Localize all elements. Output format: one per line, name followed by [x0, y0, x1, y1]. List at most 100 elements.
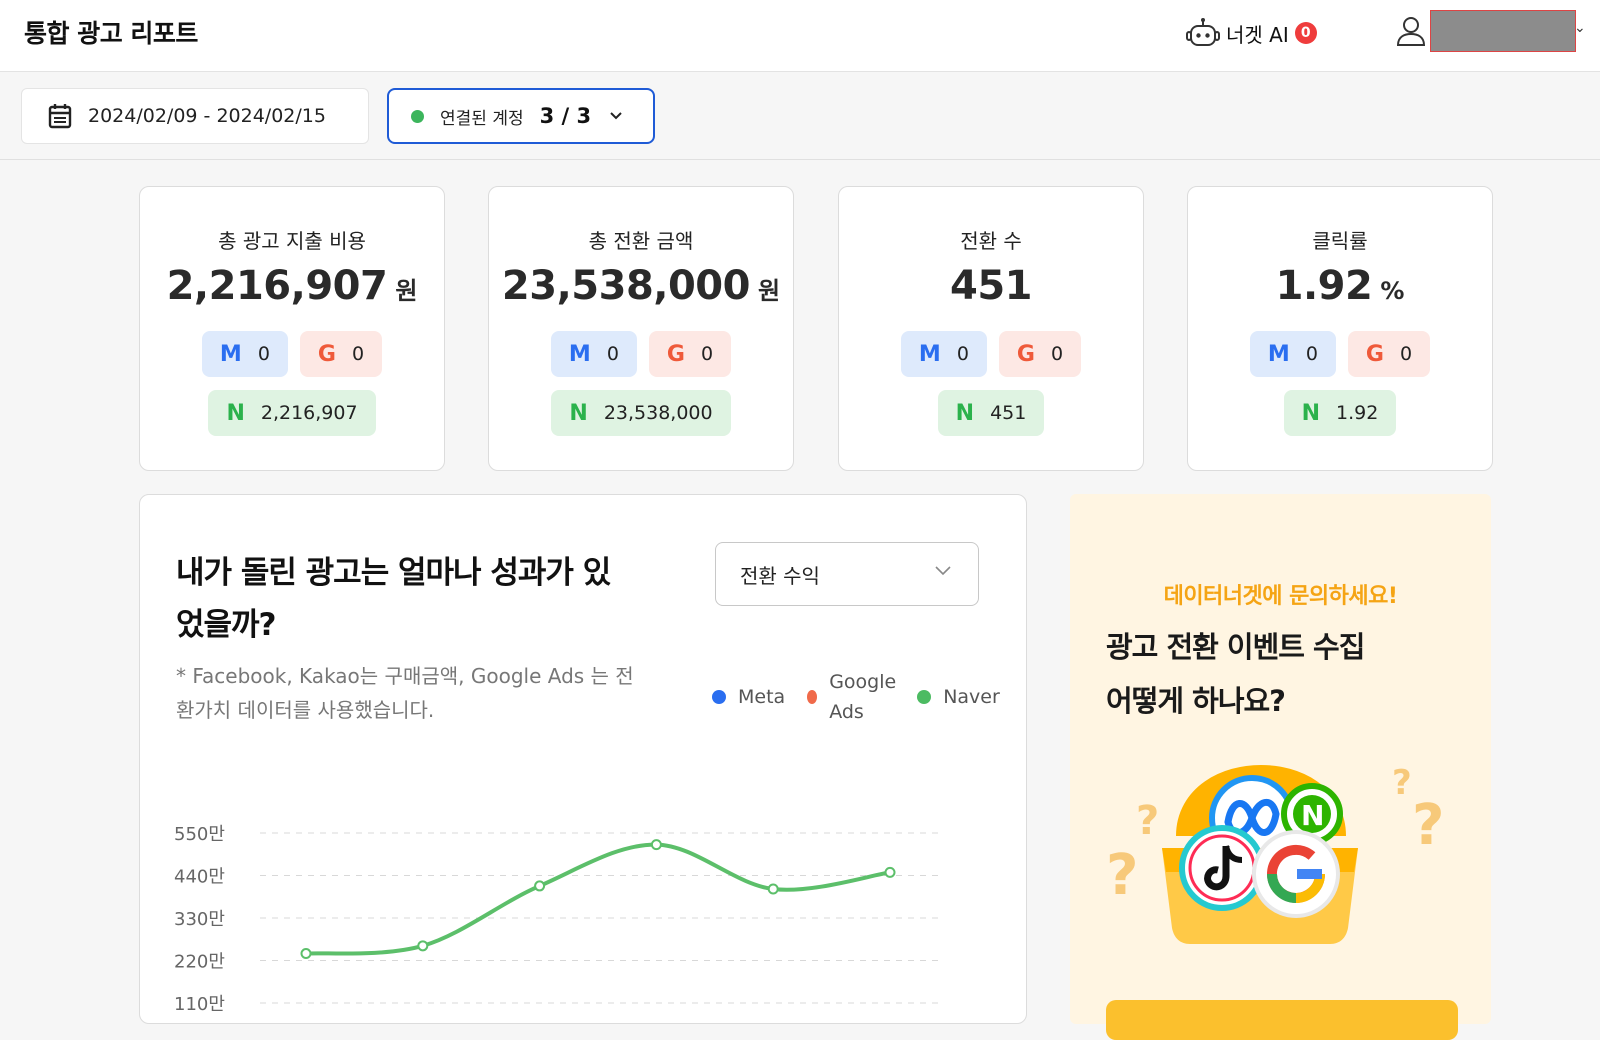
legend-label: Meta	[738, 686, 786, 708]
data-point[interactable]	[650, 839, 662, 851]
metric-select[interactable]: 전환 수익	[715, 542, 979, 606]
promo-kicker: 데이터너겟에 문의하세요!	[1163, 584, 1398, 609]
svg-text:?: ?	[1106, 843, 1138, 908]
robot-icon	[1186, 18, 1220, 46]
data-point[interactable]	[417, 940, 429, 952]
kpi-card-click-rate: 클릭률 1.92% M0 G0 N 1.92	[1187, 186, 1493, 471]
meta-value: 0	[956, 343, 969, 365]
promo-cta-button[interactable]	[1106, 1000, 1458, 1040]
naver-value-pill: N 1.92	[1283, 390, 1397, 436]
google-letter: G	[1016, 341, 1035, 367]
data-point[interactable]	[300, 948, 312, 960]
meta-letter: M	[219, 341, 242, 367]
naver-value-pill: N 451	[937, 390, 1045, 436]
kpi-card-conversions: 전환 수 451 M0 G0 N 451	[838, 186, 1144, 471]
data-point[interactable]	[767, 883, 779, 895]
kpi-title: 전환 수	[960, 229, 1022, 253]
kpi-card-ad-spend: 총 광고 지출 비용 2,216,907 원 M0 G0 N 2,216,907	[139, 186, 445, 471]
meta-value-pill: M0	[900, 331, 987, 377]
chart-legend: Meta Google Ads Naver	[712, 667, 1000, 727]
svg-text:?: ?	[1136, 798, 1159, 844]
user-name-redacted[interactable]	[1430, 10, 1576, 52]
google-value-pill: G0	[299, 331, 383, 377]
naver-letter: N	[1301, 400, 1321, 426]
kpi-title: 클릭률	[1312, 229, 1368, 253]
connected-status-dot	[411, 109, 424, 123]
nugget-ai-label: 너겟 AI	[1226, 22, 1289, 47]
naver-value: 23,538,000	[603, 402, 713, 424]
google-value-pill: G0	[648, 331, 732, 377]
naver-letter: N	[569, 400, 588, 426]
series-line-naver	[305, 842, 891, 956]
line-chart: 550만 440만 330만 220만 110만	[174, 824, 940, 1015]
user-menu-caret[interactable]: ⌄	[1574, 20, 1586, 36]
meta-value: 0	[1305, 343, 1318, 365]
naver-letter: N	[955, 400, 975, 426]
svg-text:?: ?	[1392, 763, 1412, 803]
legend-item-naver[interactable]: Naver	[917, 686, 1000, 708]
legend-item-google-ads[interactable]: Google Ads	[807, 667, 897, 727]
naver-value: 451	[990, 402, 1027, 424]
meta-value-pill: M0	[1249, 331, 1336, 377]
data-point[interactable]	[534, 880, 546, 892]
kpi-title: 총 광고 지출 비용	[218, 229, 366, 253]
y-tick-label: 550만	[174, 824, 225, 845]
kpi-value: 451	[950, 263, 1033, 309]
legend-label: Google Ads	[829, 671, 897, 723]
chevron-down-icon	[610, 112, 622, 120]
notification-badge: 0	[1294, 22, 1317, 44]
promo-title-line: 광고 전환 이벤트 수집	[1106, 630, 1365, 664]
kpi-unit: %	[1380, 277, 1405, 305]
legend-label: Naver	[943, 686, 1000, 708]
user-icon[interactable]	[1394, 14, 1428, 48]
kpi-value: 23,538,000	[501, 263, 751, 309]
legend-dot-meta	[712, 690, 726, 704]
data-point[interactable]	[884, 866, 896, 878]
kpi-card-conversion-amount: 총 전환 금액 23,538,000 원 M0 G0 N 23,538,000	[488, 186, 794, 471]
metric-select-value: 전환 수익	[740, 563, 820, 588]
promo-title-line: 어떻게 하나요?	[1106, 684, 1286, 718]
naver-letter: N	[226, 400, 245, 426]
meta-value: 0	[606, 343, 619, 365]
google-value: 0	[1399, 343, 1413, 365]
y-tick-label: 110만	[174, 994, 225, 1015]
naver-value-pill: N 2,216,907	[208, 390, 376, 436]
nugget-ai-button[interactable]: 너겟 AI 0	[1186, 16, 1317, 50]
chevron-down-icon	[935, 566, 951, 576]
top-bar: 통합 광고 리포트 너겟 AI 0 ⌄	[0, 0, 1600, 72]
y-tick-label: 330만	[174, 909, 225, 930]
svg-text:N: N	[1301, 799, 1324, 832]
legend-dot-naver	[917, 690, 932, 704]
connected-accounts-select[interactable]: 연결된 계정 3 / 3	[387, 88, 655, 144]
filter-bar: 2024/02/09 - 2024/02/15 연결된 계정 3 / 3	[0, 72, 1600, 160]
meta-value: 0	[257, 343, 270, 365]
google-value-pill: G0	[998, 331, 1082, 377]
chart-note: * Facebook, Kakao는 구매금액, Google Ads 는 전환…	[176, 664, 634, 722]
kpi-unit: 원	[395, 277, 418, 305]
meta-letter: M	[1267, 341, 1290, 367]
google-letter: G	[1365, 341, 1384, 367]
google-value: 0	[700, 343, 714, 365]
naver-value: 2,216,907	[260, 402, 358, 424]
google-value-pill: G0	[1347, 331, 1431, 377]
ad-platforms-basket-illustration: ? ? ? ? N	[1106, 763, 1444, 944]
meta-value-pill: M0	[550, 331, 637, 377]
y-tick-label: 440만	[174, 867, 225, 888]
google-letter: G	[317, 341, 336, 367]
naver-value-pill: N 23,538,000	[551, 390, 731, 436]
chart-heading: 내가 돌린 광고는 얼마나 성과가 있었을까?	[176, 555, 611, 643]
legend-item-meta[interactable]: Meta	[712, 686, 785, 708]
kpi-unit: 원	[757, 277, 781, 305]
google-value: 0	[1050, 343, 1064, 365]
page-title: 통합 광고 리포트	[24, 19, 198, 48]
google-value: 0	[351, 343, 365, 365]
kpi-value: 2,216,907	[166, 263, 388, 309]
y-tick-label: 220만	[174, 952, 225, 973]
naver-value: 1.92	[1336, 402, 1379, 424]
date-range-picker[interactable]: 2024/02/09 - 2024/02/15	[21, 88, 369, 144]
promo-title: 광고 전환 이벤트 수집 어떻게 하나요?	[1106, 620, 1466, 728]
meta-letter: M	[918, 341, 941, 367]
performance-chart-card: 내가 돌린 광고는 얼마나 성과가 있었을까? * Facebook, Kaka…	[139, 494, 1027, 1024]
meta-letter: M	[568, 341, 591, 367]
meta-value-pill: M0	[201, 331, 288, 377]
